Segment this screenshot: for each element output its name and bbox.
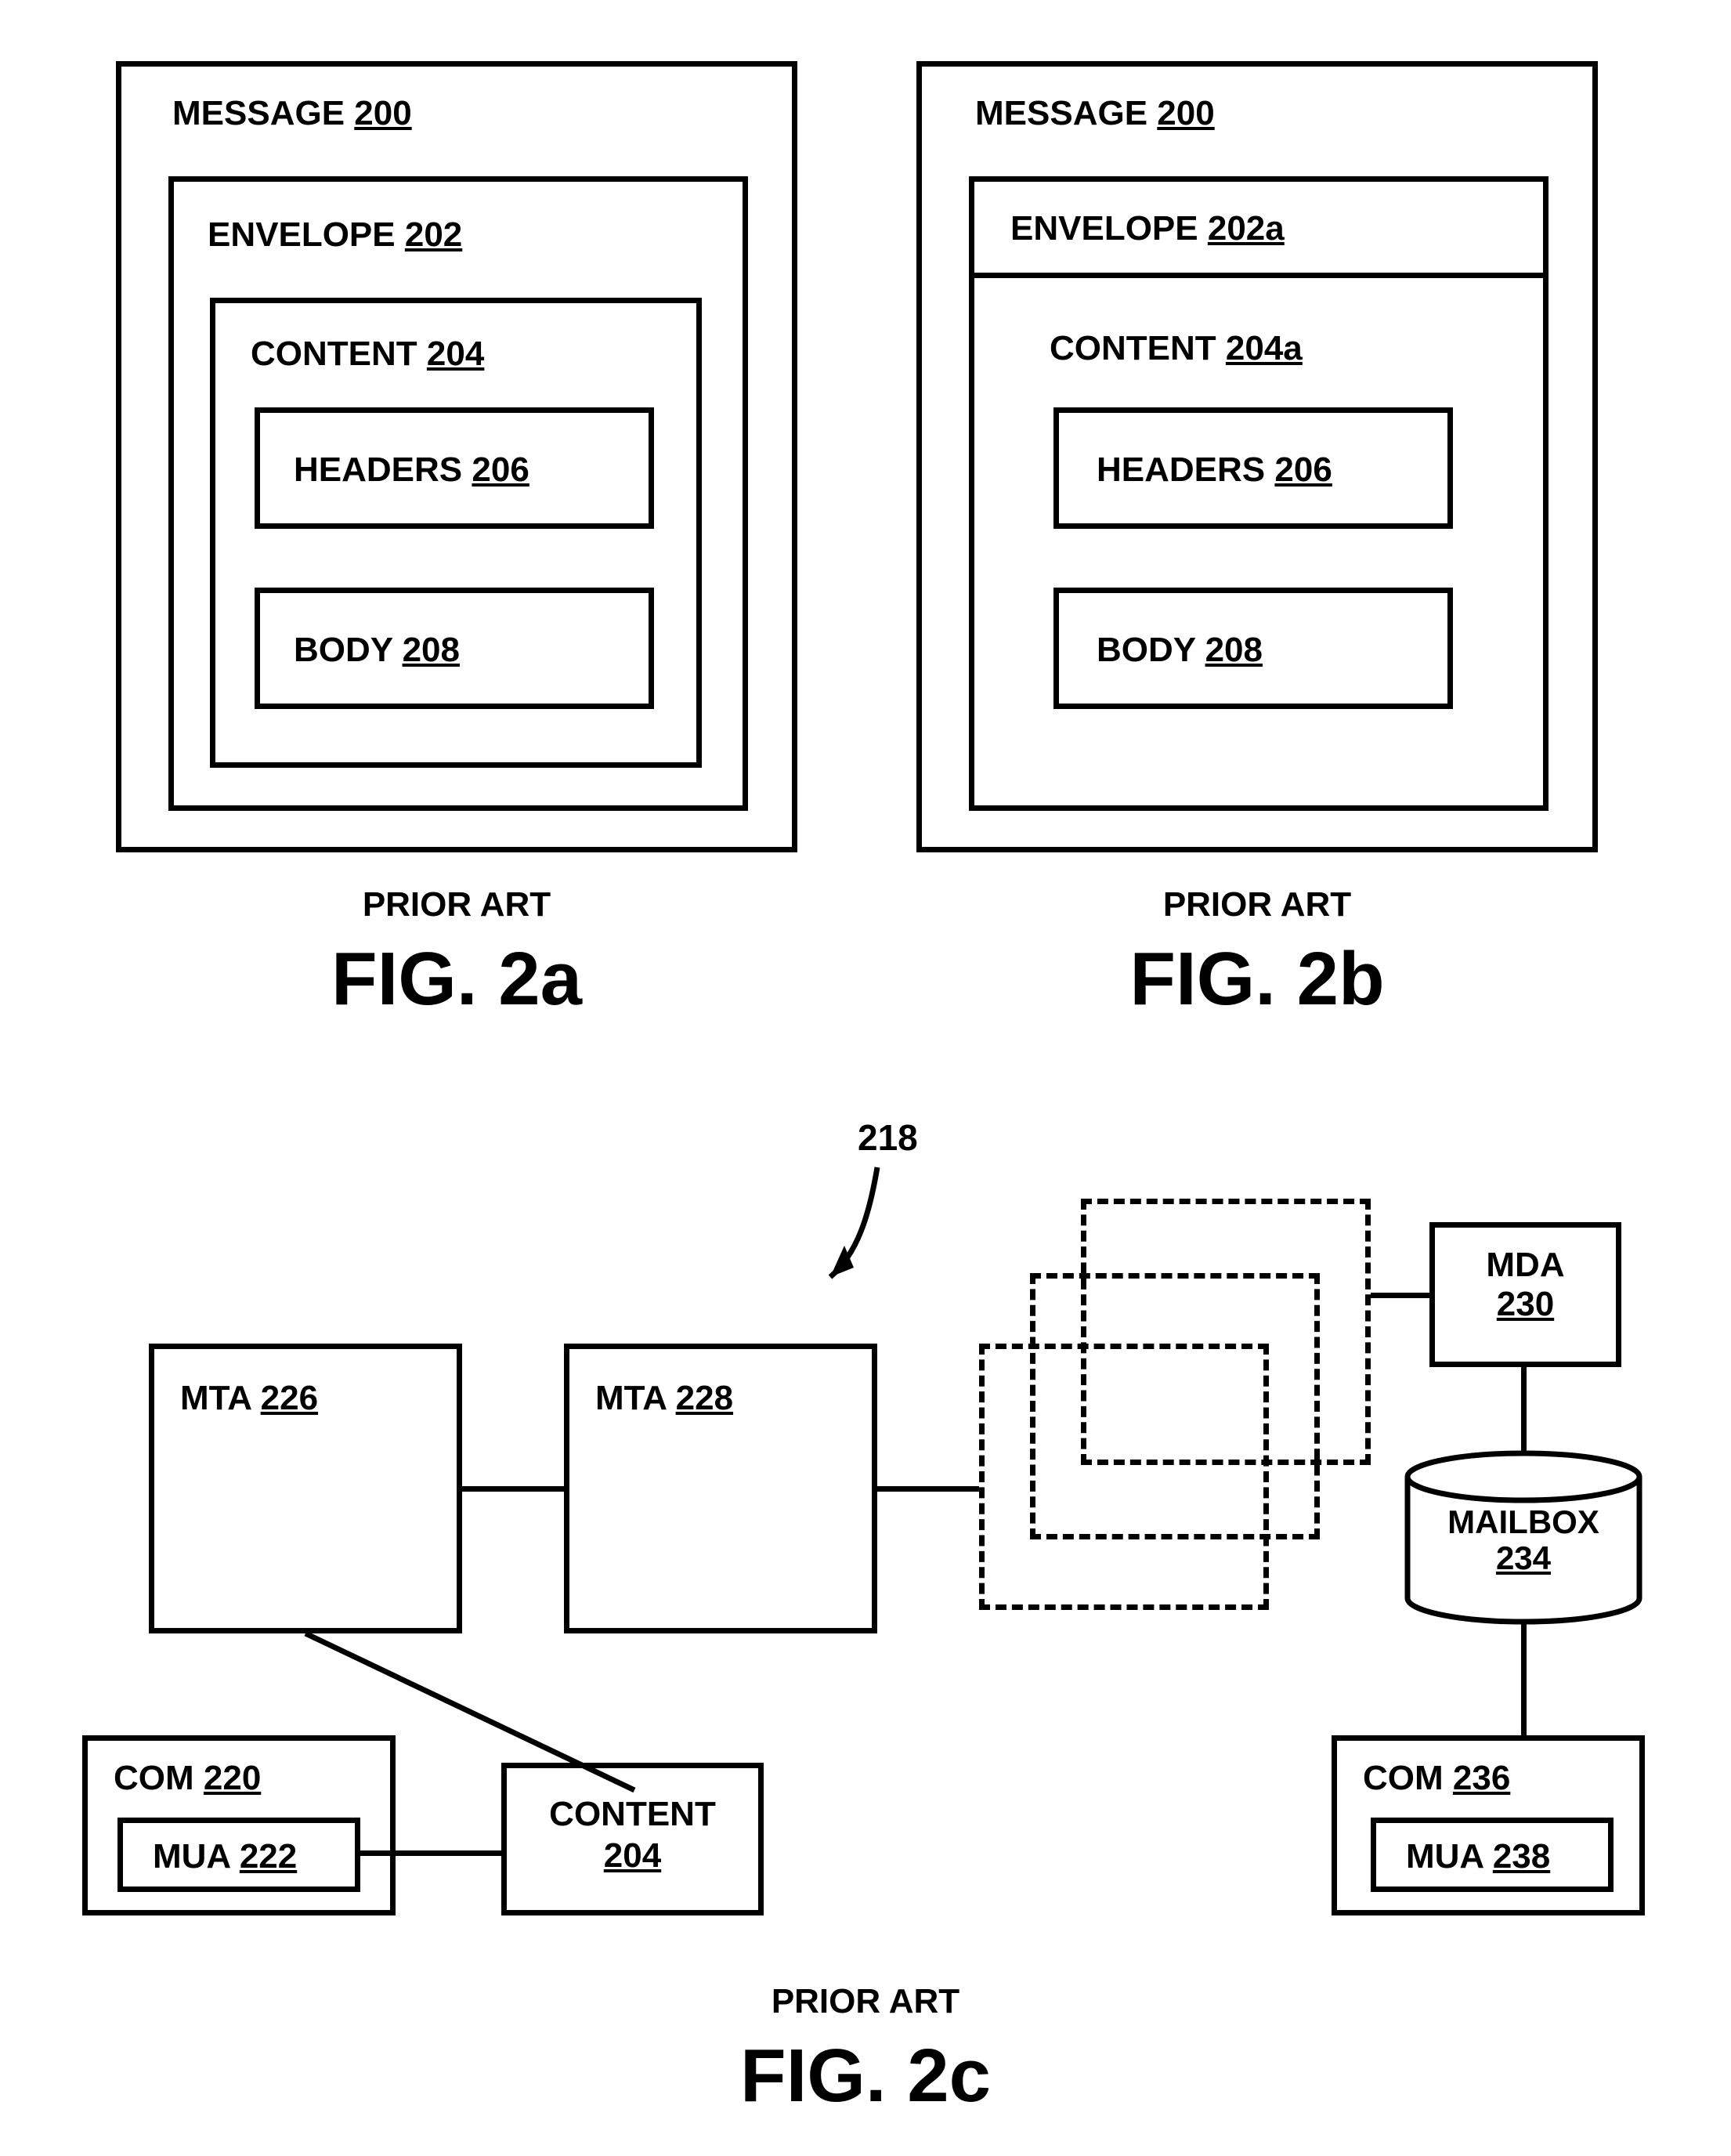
fig2c-content-label: CONTENT 204: [501, 1794, 764, 1877]
fig2c-ref-218-arrow: [783, 1159, 940, 1316]
fig2a-title: FIG. 2a: [116, 936, 797, 1022]
fig2c-mta-226-num: 226: [261, 1379, 318, 1417]
fig2c-content-text: CONTENT: [549, 1795, 716, 1833]
fig2b-body-num: 208: [1205, 631, 1263, 669]
fig2a-headers-label: HEADERS 206: [294, 450, 529, 490]
fig2a-headers-num: 206: [472, 450, 529, 489]
fig2c-mua-238-label: MUA 238: [1406, 1837, 1550, 1876]
fig2a-body-num: 208: [403, 631, 460, 669]
fig2c-mta-226-label: MTA 226: [180, 1379, 318, 1418]
fig2b-prior-art: PRIOR ART: [916, 885, 1598, 924]
fig2b-headers-label: HEADERS 206: [1097, 450, 1332, 490]
fig2b-headers-num: 206: [1274, 450, 1332, 489]
fig2c-line-mta226-content: [305, 1633, 634, 1790]
fig2b-title: FIG. 2b: [916, 936, 1598, 1022]
fig2c-prior-art: PRIOR ART: [0, 1982, 1731, 2021]
fig2a-envelope-text: ENVELOPE: [208, 215, 396, 254]
fig2c-mda-text: MDA: [1486, 1246, 1564, 1284]
fig2b-body-label: BODY 208: [1097, 631, 1263, 670]
fig2a-message-text: MESSAGE: [172, 94, 345, 132]
fig2a-prior-art: PRIOR ART: [116, 885, 797, 924]
fig2a-content-num: 204: [427, 335, 484, 373]
fig2c-mua-222-text: MUA: [153, 1837, 230, 1876]
fig2c-line-mua222-content: [360, 1850, 501, 1856]
fig2c-mta-226-text: MTA: [180, 1379, 251, 1417]
fig2b-envelope-text: ENVELOPE: [1010, 209, 1198, 248]
fig2a-message-num: 200: [354, 94, 411, 132]
fig2a-content-label: CONTENT 204: [251, 335, 484, 374]
fig2c-com-220-num: 220: [204, 1759, 261, 1797]
fig2b-message-text: MESSAGE: [975, 94, 1147, 132]
fig2c-mda-label: MDA 230: [1429, 1246, 1621, 1324]
fig2c-line-mailbox-com236: [1521, 1623, 1527, 1735]
fig2c-mda-num: 230: [1497, 1285, 1554, 1323]
fig2b-envelope-num: 202a: [1208, 209, 1285, 248]
fig2c-mua-238-num: 238: [1493, 1837, 1550, 1876]
fig2c-ref-218: 218: [858, 1116, 918, 1159]
fig2b-content-num: 204a: [1226, 329, 1303, 367]
fig2b-body-text: BODY: [1097, 631, 1195, 669]
fig2c-line-mta228-dashed: [877, 1486, 979, 1492]
fig2b-content-label: CONTENT 204a: [1050, 329, 1303, 368]
fig2c-mua-238-text: MUA: [1406, 1837, 1483, 1876]
fig2c-line-mta226-mta228: [462, 1486, 564, 1492]
fig2a-message-label: MESSAGE 200: [172, 94, 412, 133]
fig2a-envelope-label: ENVELOPE 202: [208, 215, 462, 255]
fig2c-mta-228-label: MTA 228: [595, 1379, 733, 1418]
fig2c-com-220-text: COM: [114, 1759, 194, 1797]
fig2b-headers-text: HEADERS: [1097, 450, 1265, 489]
fig2c-mta-228-num: 228: [676, 1379, 733, 1417]
fig2c-com-236-text: COM: [1363, 1759, 1444, 1797]
fig2c-line-mda-mailbox: [1521, 1367, 1527, 1453]
fig2c-com-236-label: COM 236: [1363, 1759, 1510, 1798]
fig2c-mailbox-label: MAILBOX 234: [1402, 1504, 1645, 1576]
fig2c-mailbox-text: MAILBOX: [1447, 1503, 1599, 1540]
fig2c-title: FIG. 2c: [0, 2033, 1731, 2119]
fig2a-body-label: BODY 208: [294, 631, 460, 670]
fig2c-mta-228-text: MTA: [595, 1379, 666, 1417]
fig2c-dashed-box-front: [979, 1344, 1269, 1610]
fig2b-envelope-label: ENVELOPE 202a: [1010, 209, 1285, 248]
fig2a-headers-text: HEADERS: [294, 450, 462, 489]
fig2c-com-220-label: COM 220: [114, 1759, 261, 1798]
fig2c-mua-222-label: MUA 222: [153, 1837, 297, 1876]
fig2b-message-num: 200: [1157, 94, 1214, 132]
fig2a-envelope-num: 202: [405, 215, 462, 254]
fig2b-content-text: CONTENT: [1050, 329, 1216, 367]
fig2a-content-text: CONTENT: [251, 335, 417, 373]
fig2c-mua-222-num: 222: [240, 1837, 297, 1876]
fig2b-message-label: MESSAGE 200: [975, 94, 1215, 133]
fig2a-body-text: BODY: [294, 631, 392, 669]
fig2c-content-num: 204: [604, 1836, 661, 1875]
fig2c-mailbox-num: 234: [1496, 1539, 1551, 1576]
fig2c-line-dashed-mda: [1371, 1293, 1429, 1298]
fig2c-com-236-num: 236: [1453, 1759, 1510, 1797]
